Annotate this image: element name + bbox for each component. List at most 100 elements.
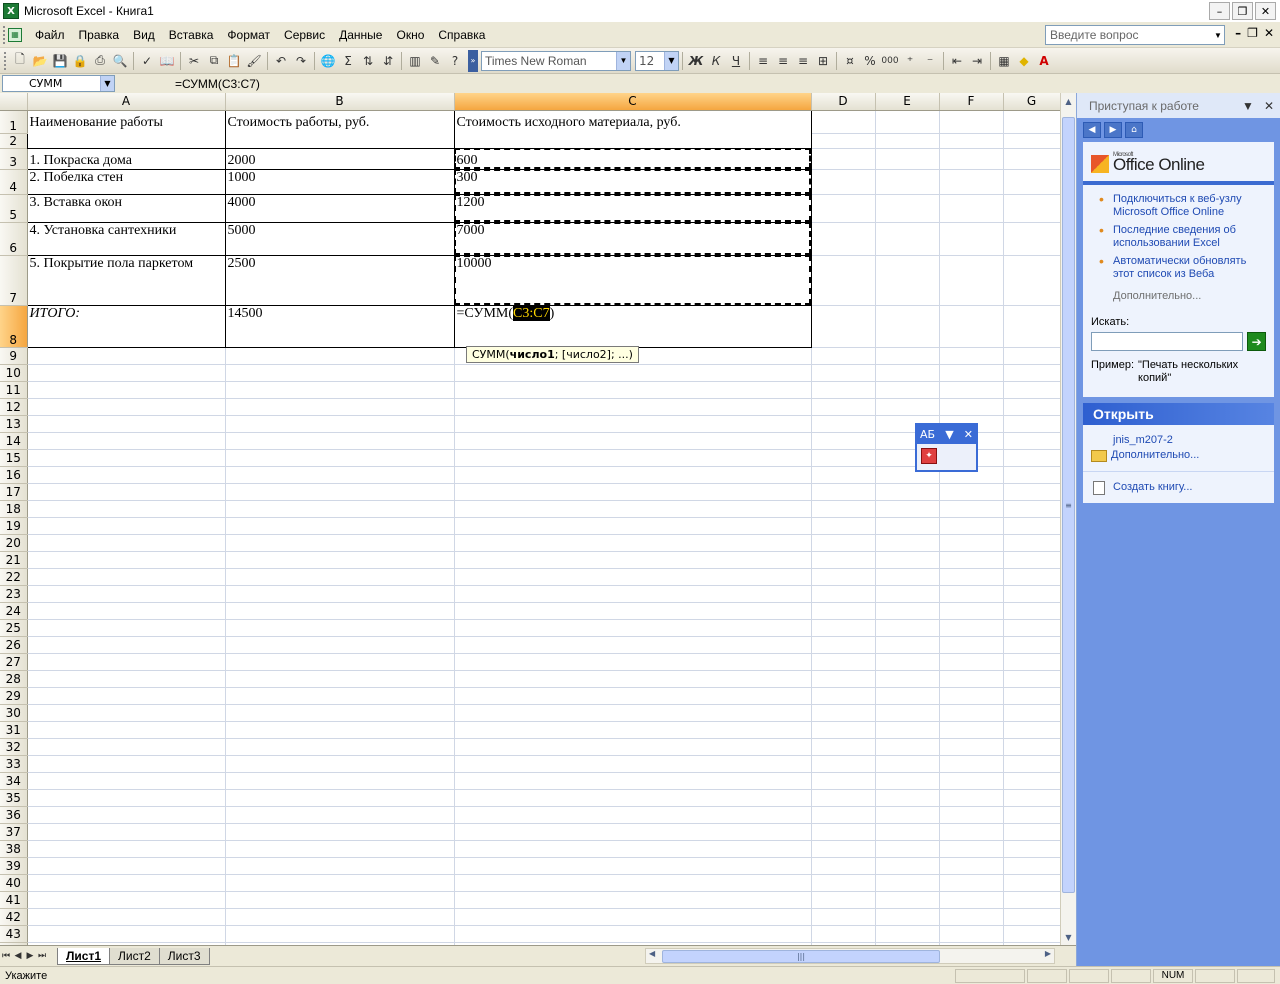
increase-decimal-icon[interactable]: ⁺ <box>900 51 920 71</box>
increase-indent-icon[interactable]: ⇥ <box>967 51 987 71</box>
cell-b23[interactable] <box>225 585 455 603</box>
row-header-39[interactable]: 39 <box>0 857 28 875</box>
cell-a37[interactable] <box>27 823 226 841</box>
cell-e38[interactable] <box>875 840 940 858</box>
cell-d11[interactable] <box>811 381 876 399</box>
chevron-down-icon[interactable]: ▼ <box>1242 99 1254 113</box>
row-header-14[interactable]: 14 <box>0 432 28 450</box>
row-header-29[interactable]: 29 <box>0 687 28 705</box>
cell-d41[interactable] <box>811 891 876 909</box>
tooltip-fn[interactable]: СУММ( <box>472 348 510 361</box>
cell-a33[interactable] <box>27 755 226 773</box>
cell-a30[interactable] <box>27 704 226 722</box>
doc-restore-icon[interactable]: ❐ <box>1247 26 1258 40</box>
cell-g43[interactable] <box>1003 925 1060 943</box>
cell-b21[interactable] <box>225 551 455 569</box>
cell-g33[interactable] <box>1003 755 1060 773</box>
menu-format[interactable]: Формат <box>220 25 277 45</box>
cell-a7[interactable]: 5. Покрытие пола паркетом <box>26 254 226 306</box>
toolbar-options-icon[interactable]: » <box>468 49 478 72</box>
cell-d40[interactable] <box>811 874 876 892</box>
cell-c16[interactable] <box>454 466 812 484</box>
close-icon[interactable]: ✕ <box>1255 2 1276 20</box>
cell-g2[interactable] <box>1003 133 1060 149</box>
cell-c37[interactable] <box>454 823 812 841</box>
cell-b11[interactable] <box>225 381 455 399</box>
row-header-30[interactable]: 30 <box>0 704 28 722</box>
cell-e7[interactable] <box>875 255 940 306</box>
chevron-down-icon[interactable]: ▼ <box>1212 31 1224 40</box>
cell-d43[interactable] <box>811 925 876 943</box>
row-header-8[interactable]: 8 <box>0 305 28 348</box>
menu-data[interactable]: Данные <box>332 25 389 45</box>
cell-c41[interactable] <box>454 891 812 909</box>
cell-g37[interactable] <box>1003 823 1060 841</box>
help-icon[interactable]: ? <box>445 51 465 71</box>
cell-c1[interactable]: Стоимость исходного материала, руб. <box>453 109 812 149</box>
cell-d32[interactable] <box>811 738 876 756</box>
fill-color-icon[interactable]: ◆ <box>1014 51 1034 71</box>
cell-g35[interactable] <box>1003 789 1060 807</box>
name-box[interactable]: СУММ ▼ <box>2 75 115 92</box>
cell-b18[interactable] <box>225 500 455 518</box>
row-header-1[interactable]: 1 <box>0 110 28 134</box>
first-sheet-icon[interactable]: ⏮ <box>0 951 12 961</box>
column-header-f[interactable]: F <box>939 93 1004 111</box>
cell-e34[interactable] <box>875 772 940 790</box>
cell-e8[interactable] <box>875 305 940 348</box>
cell-a3[interactable]: 1. Покраска дома <box>26 147 226 170</box>
cell-b17[interactable] <box>225 483 455 501</box>
scroll-down-icon[interactable]: ▼ <box>1061 929 1076 945</box>
cell-b28[interactable] <box>225 670 455 688</box>
cell-c40[interactable] <box>454 874 812 892</box>
cell-e40[interactable] <box>875 874 940 892</box>
cell-d20[interactable] <box>811 534 876 552</box>
cell-e3[interactable] <box>875 148 940 170</box>
cell-d37[interactable] <box>811 823 876 841</box>
cell-f5[interactable] <box>939 194 1004 223</box>
cell-d22[interactable] <box>811 568 876 586</box>
row-header-37[interactable]: 37 <box>0 823 28 841</box>
cell-a41[interactable] <box>27 891 226 909</box>
save-icon[interactable]: 💾 <box>50 51 70 71</box>
cell-f42[interactable] <box>939 908 1004 926</box>
cell-b14[interactable] <box>225 432 455 450</box>
cell-f35[interactable] <box>939 789 1004 807</box>
doc-minimize-icon[interactable]: – <box>1235 26 1241 40</box>
redo-icon[interactable]: ↷ <box>291 51 311 71</box>
cell-a34[interactable] <box>27 772 226 790</box>
cell-f41[interactable] <box>939 891 1004 909</box>
cell-f37[interactable] <box>939 823 1004 841</box>
column-header-c[interactable]: C <box>454 93 812 111</box>
cell-a12[interactable] <box>27 398 226 416</box>
row-header-24[interactable]: 24 <box>0 602 28 620</box>
chevron-down-icon[interactable]: ▼ <box>945 428 953 441</box>
cell-a36[interactable] <box>27 806 226 824</box>
horizontal-scroll-thumb[interactable]: ||| <box>662 950 940 963</box>
cell-a42[interactable] <box>27 908 226 926</box>
cell-b3[interactable]: 2000 <box>224 147 455 170</box>
hyperlink-icon[interactable]: 🌐 <box>318 51 338 71</box>
cell-g6[interactable] <box>1003 222 1060 256</box>
last-sheet-icon[interactable]: ⏭ <box>36 951 48 961</box>
cell-a8[interactable]: ИТОГО: <box>26 304 226 348</box>
formula-input[interactable]: =СУММ(C3:C7) <box>175 77 260 91</box>
cell-g10[interactable] <box>1003 364 1060 382</box>
vertical-scrollbar[interactable]: ▲ ≡ ▼ <box>1060 93 1076 945</box>
cell-g8[interactable] <box>1003 305 1060 348</box>
cell-c34[interactable] <box>454 772 812 790</box>
cell-g7[interactable] <box>1003 255 1060 306</box>
cell-f20[interactable] <box>939 534 1004 552</box>
cell-g32[interactable] <box>1003 738 1060 756</box>
cell-a16[interactable] <box>27 466 226 484</box>
cell-b34[interactable] <box>225 772 455 790</box>
cell-e4[interactable] <box>875 169 940 195</box>
cell-g22[interactable] <box>1003 568 1060 586</box>
cell-d29[interactable] <box>811 687 876 705</box>
sort-descending-icon[interactable]: ⇵ <box>378 51 398 71</box>
cell-b27[interactable] <box>225 653 455 671</box>
row-header-23[interactable]: 23 <box>0 585 28 603</box>
cell-c29[interactable] <box>454 687 812 705</box>
cell-a28[interactable] <box>27 670 226 688</box>
cell-b40[interactable] <box>225 874 455 892</box>
